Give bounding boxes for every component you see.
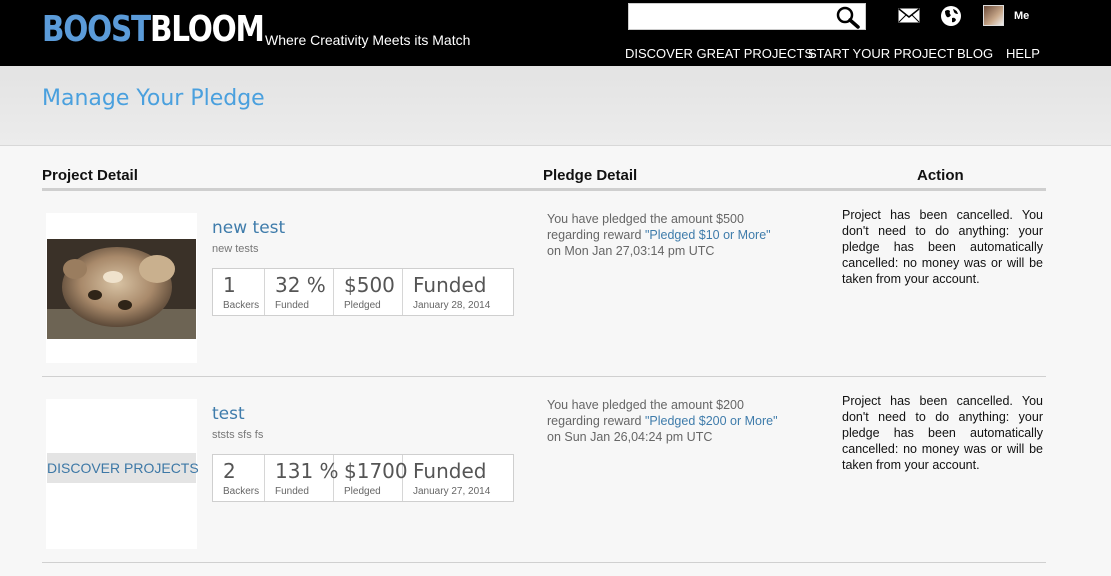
stat-backers-value: 1 <box>223 273 236 297</box>
stat-status: Funded January 27, 2014 <box>403 455 513 501</box>
stat-backers-label: Backers <box>223 300 260 311</box>
site-tagline: Where Creativity Meets its Match <box>265 32 471 48</box>
stat-funded-value: 32 % <box>275 273 326 297</box>
project-thumbnail[interactable]: DISCOVER PROJECTS <box>46 399 199 549</box>
pledge-detail: You have pledged the amount $200 regardi… <box>547 397 817 445</box>
stat-status-value: Funded <box>413 459 487 483</box>
stat-status-value: Funded <box>413 273 487 297</box>
logo-boost: BOOST <box>42 9 151 50</box>
project-name-link[interactable]: test <box>212 404 245 424</box>
project-description: ststs sfs fs <box>212 429 264 441</box>
nav-blog[interactable]: BLOG <box>957 46 993 61</box>
stat-funded: 32 % Funded <box>265 269 334 315</box>
stat-pledged-label: Pledged <box>344 300 381 311</box>
pledge-amount-text: You have pledged the amount $200 <box>547 398 744 412</box>
stat-pledged-value: $500 <box>344 273 395 297</box>
project-thumbnail[interactable] <box>46 213 197 363</box>
pledge-detail: You have pledged the amount $500 regardi… <box>547 211 817 259</box>
pledge-reward-link[interactable]: "Pledged $10 or More" <box>645 228 771 242</box>
stat-funded-label: Funded <box>275 300 309 311</box>
project-description: new tests <box>212 243 259 255</box>
mail-icon[interactable] <box>898 8 920 23</box>
action-message: Project has been cancelled. You don't ne… <box>842 394 1043 472</box>
site-logo[interactable]: BOOSTBLOOM <box>42 9 265 50</box>
pledge-row: DISCOVER PROJECTS test ststs sfs fs 2 Ba… <box>42 377 1046 563</box>
column-header-action: Action <box>917 167 964 184</box>
stat-status-date: January 27, 2014 <box>413 486 491 497</box>
pledge-date: on Sun Jan 26,04:24 pm UTC <box>547 430 713 444</box>
row-divider <box>42 562 1046 563</box>
stat-status-date: January 28, 2014 <box>413 300 491 311</box>
title-band: Manage Your Pledge <box>0 66 1111 146</box>
nav-help[interactable]: HELP <box>1006 46 1040 61</box>
column-header-pledge: Pledge Detail <box>543 167 638 184</box>
stat-backers-label: Backers <box>223 486 260 497</box>
top-header: BOOSTBLOOM Where Creativity Meets its Ma… <box>0 0 1111 66</box>
stat-backers: 1 Backers <box>213 269 265 315</box>
nav-start-project[interactable]: START YOUR PROJECT <box>808 46 954 61</box>
globe-icon[interactable] <box>940 5 962 27</box>
pledge-date: on Mon Jan 27,03:14 pm UTC <box>547 244 715 258</box>
page-title: Manage Your Pledge <box>42 86 265 111</box>
column-header-project: Project Detail <box>42 167 138 184</box>
project-name-link[interactable]: new test <box>212 218 285 238</box>
stat-funded-value: 131 % <box>275 459 339 483</box>
project-stats: 2 Backers 131 % Funded $1700 Pledged Fun… <box>212 454 514 502</box>
avatar[interactable] <box>983 5 1004 26</box>
stat-status: Funded January 28, 2014 <box>403 269 513 315</box>
discover-projects-banner[interactable]: DISCOVER PROJECTS <box>47 453 199 483</box>
search-input[interactable] <box>629 4 829 29</box>
stat-pledged-label: Pledged <box>344 486 381 497</box>
stat-pledged: $1700 Pledged <box>334 455 408 501</box>
pledge-amount-text: You have pledged the amount $500 <box>547 212 744 226</box>
pledge-reward-prefix: regarding reward <box>547 414 645 428</box>
stat-funded-label: Funded <box>275 486 309 497</box>
stat-funded: 131 % Funded <box>265 455 339 501</box>
search-box <box>628 3 866 30</box>
pledge-reward-prefix: regarding reward <box>547 228 645 242</box>
search-icon[interactable] <box>835 5 861 29</box>
pledge-reward-link[interactable]: "Pledged $200 or More" <box>645 414 778 428</box>
stat-pledged: $500 Pledged <box>334 269 403 315</box>
pledge-row: new test new tests 1 Backers 32 % Funded… <box>42 191 1046 377</box>
stat-backers-value: 2 <box>223 459 236 483</box>
action-message: Project has been cancelled. You don't ne… <box>842 208 1043 286</box>
user-menu-label[interactable]: Me <box>1014 10 1029 22</box>
stat-backers: 2 Backers <box>213 455 265 501</box>
nav-discover-projects[interactable]: DISCOVER GREAT PROJECTS <box>625 46 813 61</box>
project-stats: 1 Backers 32 % Funded $500 Pledged Funde… <box>212 268 514 316</box>
logo-bloom: BLOOM <box>149 9 265 50</box>
stat-pledged-value: $1700 <box>344 459 408 483</box>
project-image[interactable] <box>47 239 196 339</box>
